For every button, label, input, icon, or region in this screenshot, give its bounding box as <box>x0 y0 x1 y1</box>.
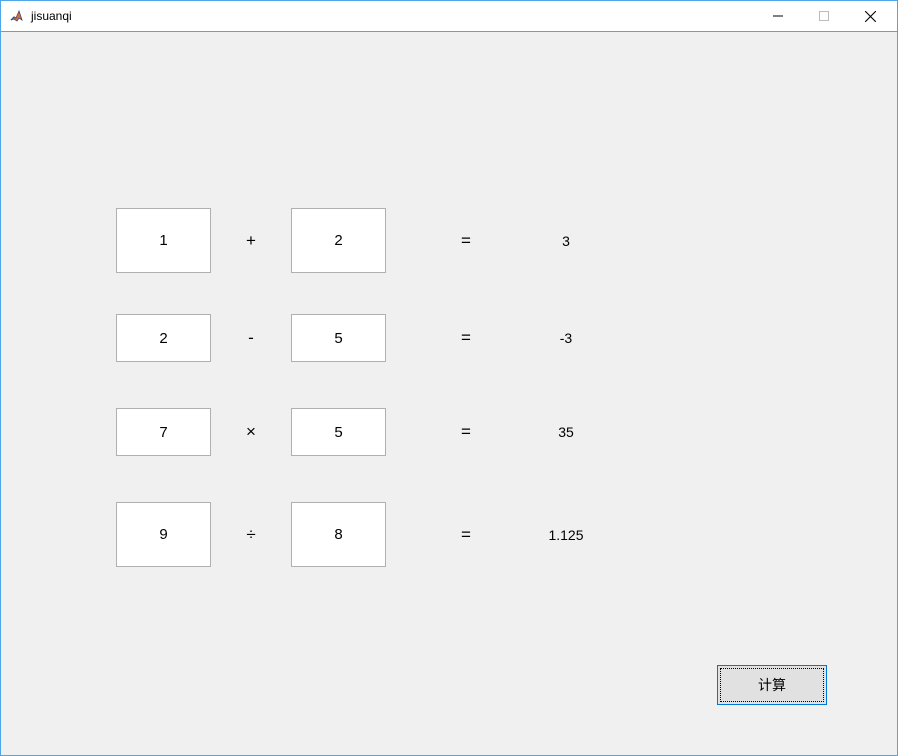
calc-row-divide: ÷ = 1.125 <box>116 502 616 567</box>
maximize-button[interactable] <box>801 1 847 31</box>
calculate-button[interactable]: 计算 <box>717 665 827 705</box>
equals-label: = <box>436 231 496 251</box>
matlab-icon <box>9 8 25 24</box>
operator-label: + <box>211 231 291 251</box>
operand2-input[interactable] <box>291 208 386 273</box>
content-area: + = 3 - = -3 × = 35 ÷ = 1.125 计算 <box>0 32 898 756</box>
operator-label: ÷ <box>211 525 291 545</box>
equals-label: = <box>436 328 496 348</box>
operand2-input[interactable] <box>291 502 386 567</box>
result-label: 35 <box>516 424 616 440</box>
titlebar: jisuanqi <box>0 0 898 32</box>
equals-label: = <box>436 422 496 442</box>
window-title: jisuanqi <box>31 9 755 23</box>
window-controls <box>755 1 893 31</box>
operand1-input[interactable] <box>116 314 211 362</box>
calc-row-add: + = 3 <box>116 208 616 273</box>
minimize-button[interactable] <box>755 1 801 31</box>
operator-label: × <box>211 422 291 442</box>
operand2-input[interactable] <box>291 408 386 456</box>
result-label: 1.125 <box>516 527 616 543</box>
equals-label: = <box>436 525 496 545</box>
close-button[interactable] <box>847 1 893 31</box>
operand1-input[interactable] <box>116 208 211 273</box>
operator-label: - <box>211 328 291 348</box>
result-label: 3 <box>516 233 616 249</box>
calc-row-multiply: × = 35 <box>116 408 616 456</box>
result-label: -3 <box>516 330 616 346</box>
operand1-input[interactable] <box>116 502 211 567</box>
operand1-input[interactable] <box>116 408 211 456</box>
calc-row-subtract: - = -3 <box>116 314 616 362</box>
operand2-input[interactable] <box>291 314 386 362</box>
